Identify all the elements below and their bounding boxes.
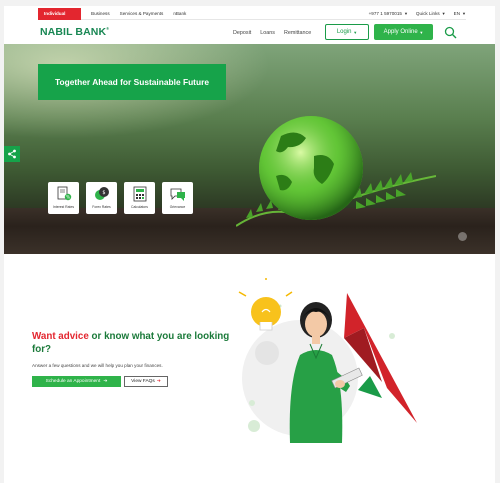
tile-label: Calculators	[131, 205, 148, 209]
schedule-label: Schedule an Appointment	[45, 379, 101, 384]
tile-grievance[interactable]: Grievance	[162, 182, 193, 214]
login-button[interactable]: Login ▼	[325, 24, 369, 40]
logo-text: NABIL BANK	[40, 26, 107, 38]
language-dropdown[interactable]: EN ▼	[454, 11, 466, 16]
schedule-appointment-button[interactable]: Schedule an Appointment ➔	[32, 376, 121, 387]
advice-heading-highlight: Want advice	[32, 331, 89, 342]
tile-forex-rates[interactable]: $ Forex Rates	[86, 182, 117, 214]
advice-heading: Want advice or know what you are looking…	[32, 330, 232, 356]
page: Individual Business Services & Payments …	[4, 6, 495, 483]
chevron-down-icon: ▼	[462, 11, 466, 16]
apply-online-button[interactable]: Apply Online ▼	[374, 24, 433, 40]
login-label: Login	[336, 29, 352, 35]
main-nav: Deposit Loans Remittance	[233, 30, 311, 36]
quick-links-dropdown[interactable]: Quick Links ▼	[416, 11, 446, 16]
search-icon[interactable]	[444, 26, 457, 39]
carousel-next-button[interactable]	[458, 232, 467, 241]
phone-dropdown[interactable]: +977 1 5970015 ▼	[369, 11, 408, 16]
grievance-icon	[170, 188, 185, 201]
chevron-down-icon: ▼	[441, 11, 446, 16]
hero-banner: Together Ahead for Sustainable Future % …	[4, 44, 495, 254]
share-button[interactable]	[4, 146, 20, 162]
share-icon	[8, 149, 16, 159]
tile-calculators[interactable]: Calculators	[124, 182, 155, 214]
advice-subtext: Answer a few questions and we will help …	[32, 363, 163, 368]
calculator-icon	[133, 186, 146, 202]
advisor-illustration	[238, 278, 417, 443]
nav-loans[interactable]: Loans	[260, 30, 275, 36]
view-faqs-button[interactable]: View FAQs ➔	[124, 376, 168, 387]
quick-tiles: % Interest Rates $ Forex Rates Calculato…	[48, 182, 193, 214]
tile-label: Interest Rates	[52, 205, 75, 209]
nav-remittance[interactable]: Remittance	[284, 30, 311, 36]
tile-label: Forex Rates	[92, 205, 111, 209]
tile-interest-rates[interactable]: % Interest Rates	[48, 182, 79, 214]
chevron-down-icon: ▼	[419, 29, 424, 35]
apply-label: Apply Online	[383, 29, 418, 35]
segment-individual[interactable]: Individual	[38, 7, 81, 20]
nav-deposit[interactable]: Deposit	[233, 30, 251, 36]
hero-title: Together Ahead for Sustainable Future	[38, 64, 226, 100]
language-label: EN	[453, 11, 461, 16]
globe-illustration	[236, 116, 436, 227]
faq-label: View FAQs	[131, 379, 155, 384]
chevron-down-icon: ▼	[403, 11, 408, 16]
interest-rates-icon: %	[57, 186, 71, 201]
trademark-icon: ®	[106, 26, 110, 31]
utility-right: +977 1 5970015 ▼ Quick Links ▼ EN ▼	[369, 11, 466, 16]
arrow-right-icon: ➔	[156, 379, 161, 384]
svg-text:%: %	[66, 195, 70, 200]
chevron-down-icon: ▼	[353, 29, 358, 35]
phone-number: +977 1 5970015	[368, 11, 402, 16]
forex-rates-icon: $	[94, 187, 109, 200]
quick-links-label: Quick Links	[415, 11, 440, 16]
link-nbank[interactable]: nBank	[173, 11, 186, 16]
link-business[interactable]: Business	[91, 11, 110, 16]
svg-text:$: $	[102, 190, 105, 196]
tile-label: Grievance	[169, 205, 186, 209]
lightbulb-icon	[238, 278, 293, 331]
utility-bar: Individual Business Services & Payments …	[38, 7, 466, 20]
link-services-payments[interactable]: Services & Payments	[120, 11, 164, 16]
arrow-right-icon: ➔	[103, 379, 108, 384]
main-header: NABIL BANK® Deposit Loans Remittance Log…	[4, 20, 495, 44]
bank-logo[interactable]: NABIL BANK®	[40, 26, 109, 38]
